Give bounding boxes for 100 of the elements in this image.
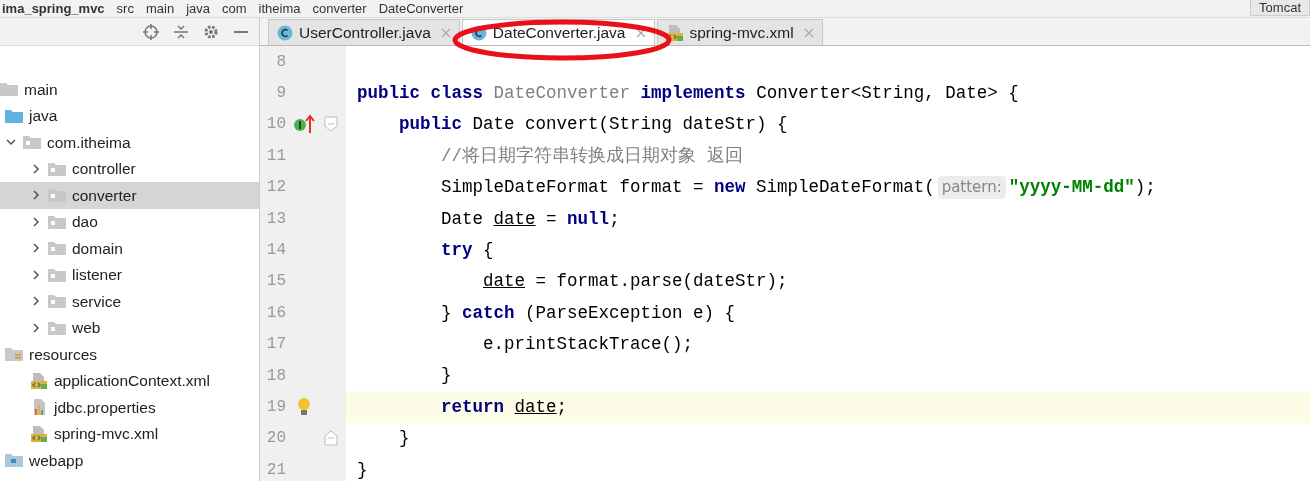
- line-number: 10: [265, 114, 286, 136]
- tab-label: UserController.java: [299, 22, 431, 43]
- tree-item[interactable]: main: [0, 76, 259, 103]
- code-token: {: [483, 238, 494, 262]
- chevron-right-icon[interactable]: [30, 268, 42, 281]
- folder-icon: [5, 453, 23, 468]
- code-token: catch: [462, 301, 515, 325]
- tree-item[interactable]: com.itheima: [0, 129, 259, 156]
- folder-icon: [0, 82, 18, 97]
- breadcrumb-item[interactable]: DateConverter: [378, 0, 464, 17]
- tab-label: DateConverter.java: [492, 22, 626, 43]
- code-token: public class: [357, 81, 484, 105]
- tree-item-label: java: [29, 106, 58, 127]
- tab-label: spring-mvc.xml: [689, 22, 794, 43]
- line-number: 9: [275, 83, 286, 105]
- code-token: "yyyy-MM-dd": [1008, 176, 1135, 200]
- folder-icon: [5, 347, 23, 362]
- code-token: implements: [640, 81, 746, 105]
- tree-item-label: webapp: [29, 450, 84, 471]
- code-token: ;: [556, 395, 568, 419]
- chevron-right-icon[interactable]: [30, 162, 42, 175]
- code-token: //将日期字符串转换成日期对象 返回: [441, 144, 743, 168]
- code-token: Date convert(String dateStr) {: [472, 113, 788, 137]
- tree-item-label: service: [72, 291, 122, 312]
- folder-icon: [48, 320, 66, 335]
- line-number: 14: [265, 240, 286, 262]
- editor-tab[interactable]: UserController.java: [268, 19, 460, 45]
- tree-item[interactable]: listener: [0, 261, 259, 288]
- tree-item-label: applicationContext.xml: [54, 371, 210, 392]
- editor-tab[interactable]: spring-mvc.xml: [656, 19, 823, 45]
- code-token: SimpleDateFormat(: [756, 176, 935, 200]
- tree-item-label: main: [24, 79, 58, 100]
- tree-item-label: listener: [72, 265, 122, 286]
- code-token: public: [399, 113, 463, 137]
- tree-item[interactable]: service: [0, 288, 259, 315]
- locate-icon[interactable]: [143, 23, 159, 40]
- chevron-right-icon[interactable]: [30, 242, 42, 255]
- tree-item-label: web: [72, 318, 101, 339]
- lightbulb-icon[interactable]: [297, 397, 311, 417]
- xml-file-icon: [30, 371, 48, 390]
- tree-item[interactable]: applicationContext.xml: [0, 367, 259, 394]
- line-number: 16: [265, 302, 286, 324]
- tree-item-label: controller: [72, 159, 136, 180]
- line-number: 20: [265, 428, 286, 450]
- collapse-all-icon[interactable]: [173, 23, 189, 40]
- tree-item[interactable]: domain: [0, 235, 259, 262]
- chevron-right-icon[interactable]: [30, 295, 42, 308]
- line-number: 17: [265, 334, 286, 356]
- tree-item-label: dao: [72, 212, 98, 233]
- code-token: ;: [609, 207, 620, 231]
- line-number: 12: [265, 177, 286, 199]
- settings-icon[interactable]: [203, 23, 219, 40]
- line-number: 18: [265, 365, 286, 387]
- code-token: );: [1134, 176, 1156, 200]
- line-number: 15: [265, 271, 286, 293]
- breadcrumb-item[interactable]: main: [145, 0, 175, 17]
- tree-item-label: spring-mvc.xml: [54, 424, 159, 445]
- code-token: new: [714, 176, 746, 200]
- tree-item[interactable]: webapp: [0, 447, 259, 474]
- code-token: date: [483, 270, 526, 294]
- tree-item[interactable]: web: [0, 314, 259, 341]
- code-token: SimpleDateFormat format =: [441, 176, 704, 200]
- fold-start-icon[interactable]: [324, 116, 338, 133]
- chevron-right-icon[interactable]: [30, 189, 42, 202]
- folder-icon: [48, 294, 66, 309]
- breadcrumb-item[interactable]: converter: [312, 0, 367, 17]
- implements-icon[interactable]: [293, 114, 315, 135]
- code-token: null: [567, 207, 610, 231]
- tree-item[interactable]: spring-mvc.xml: [0, 420, 259, 447]
- breadcrumb-item[interactable]: ima_spring_mvc: [2, 0, 105, 17]
- code-token: }: [399, 427, 410, 451]
- class-file-icon: [470, 24, 487, 41]
- breadcrumb-item[interactable]: itheima: [258, 0, 301, 17]
- folder-icon: [48, 161, 66, 176]
- tree-item[interactable]: converter: [0, 182, 259, 209]
- folder-icon: [48, 241, 66, 256]
- tree-item[interactable]: jdbc.properties: [0, 394, 259, 421]
- close-icon[interactable]: [635, 27, 646, 38]
- code-token: e.printStackTrace();: [483, 333, 694, 357]
- run-config-button[interactable]: Tomcat: [1250, 0, 1310, 16]
- breadcrumb-item[interactable]: java: [186, 0, 210, 17]
- code-token: return: [441, 395, 505, 419]
- tree-item-label: converter: [72, 185, 137, 206]
- class-file-icon: [277, 24, 293, 41]
- chevron-right-icon[interactable]: [30, 321, 42, 334]
- tree-item[interactable]: java: [0, 102, 259, 129]
- folder-icon: [48, 214, 66, 229]
- tree-item[interactable]: controller: [0, 155, 259, 182]
- code-token: try: [441, 238, 473, 262]
- tree-item-label: com.itheima: [47, 132, 131, 153]
- breadcrumb-item[interactable]: src: [116, 0, 134, 17]
- folder-icon: [48, 188, 66, 203]
- tree-item[interactable]: dao: [0, 208, 259, 235]
- chevron-right-icon[interactable]: [30, 215, 42, 228]
- line-number: 13: [265, 208, 286, 230]
- breadcrumb-item[interactable]: com: [222, 0, 247, 17]
- code-token: =: [546, 207, 557, 231]
- line-number: 19: [265, 397, 286, 418]
- code-token: = format.parse(dateStr);: [535, 270, 788, 294]
- tree-item[interactable]: resources: [0, 341, 259, 368]
